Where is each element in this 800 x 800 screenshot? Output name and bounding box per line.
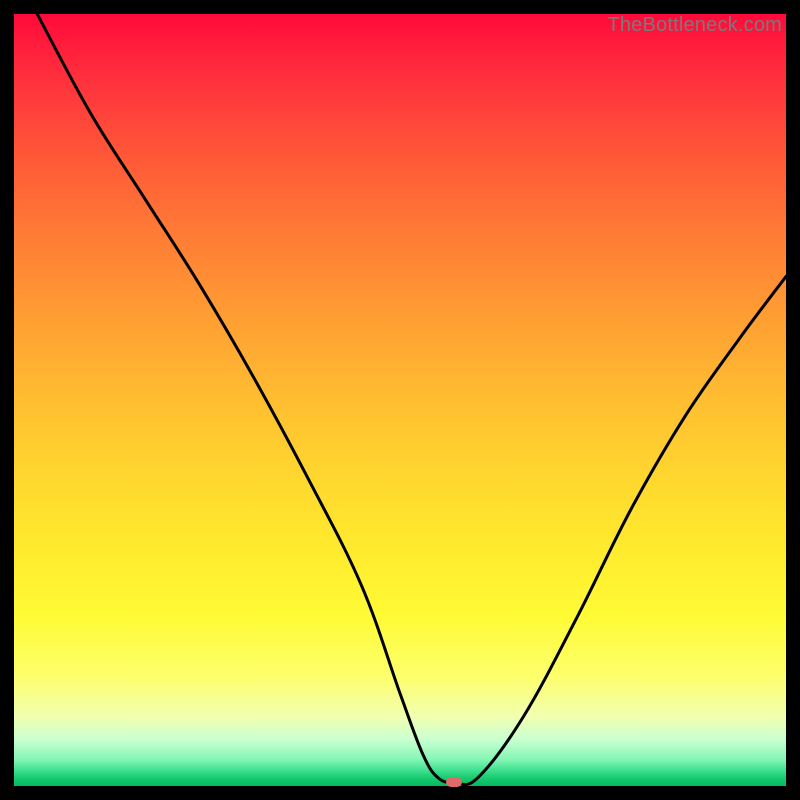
min-marker-icon [446,777,462,787]
plot-area [14,14,786,786]
bottleneck-curve [14,14,786,786]
watermark-label: TheBottleneck.com [607,14,782,37]
chart-frame: TheBottleneck.com [14,14,786,786]
